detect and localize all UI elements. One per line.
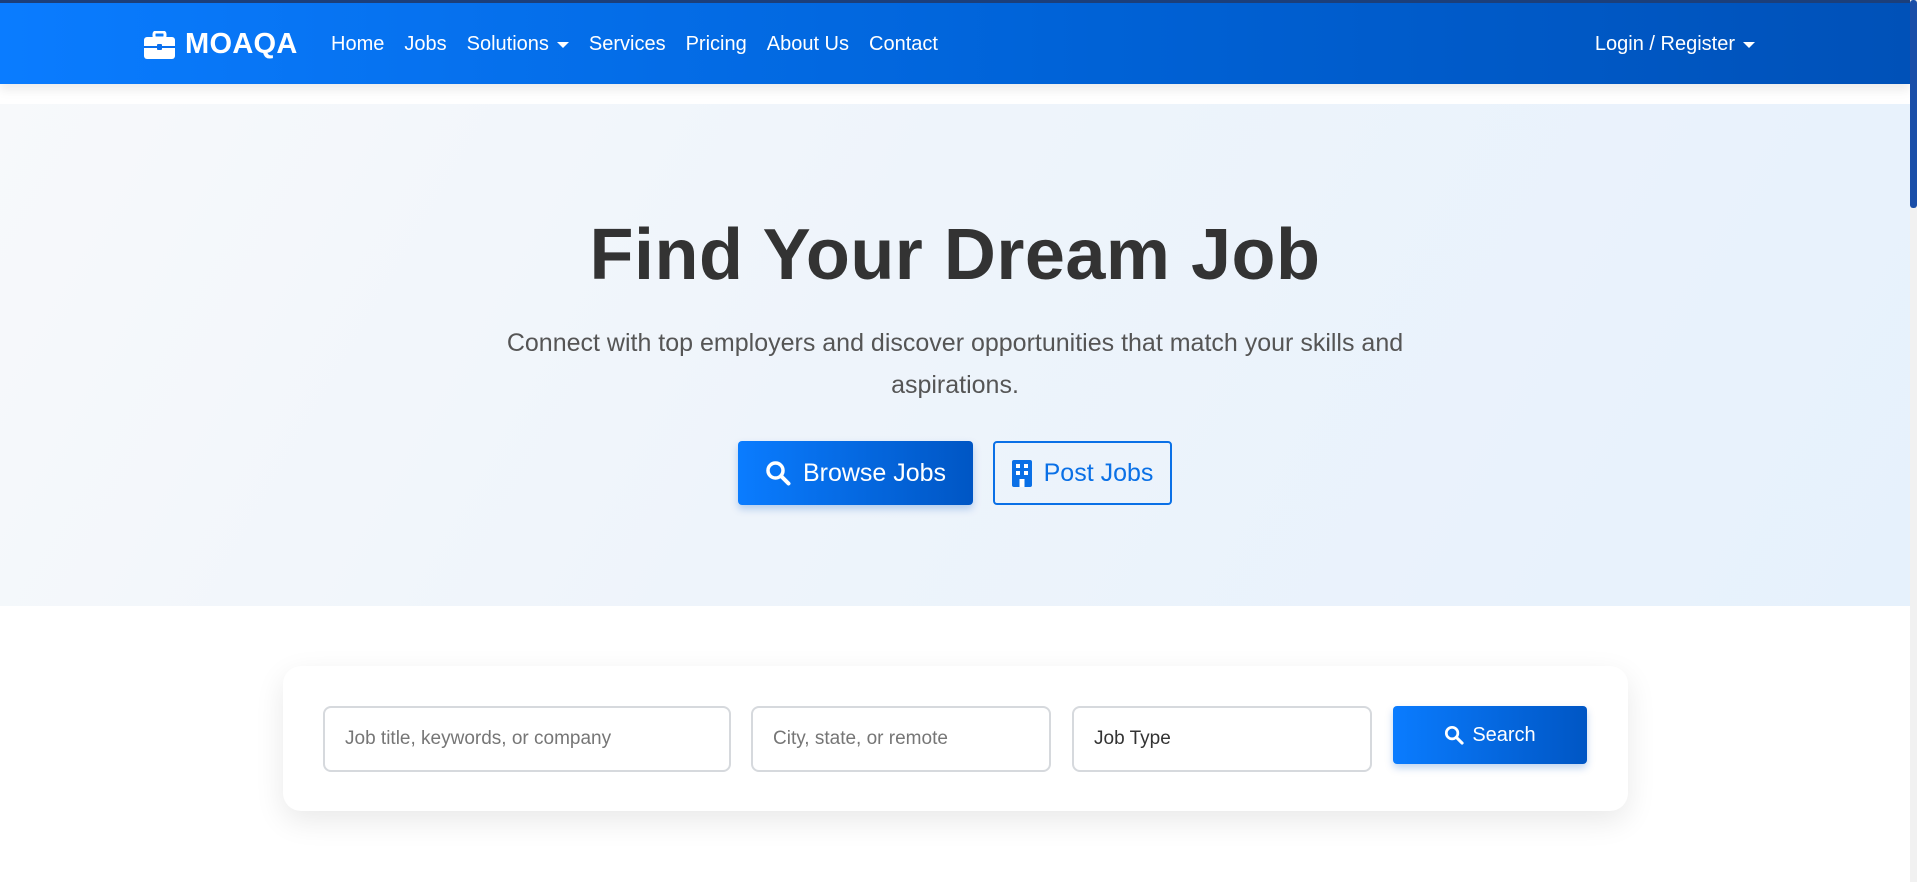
search-button-label: Search — [1472, 723, 1536, 746]
hero-section: Find Your Dream Job Connect with top emp… — [0, 104, 1910, 606]
nav-links: Home Jobs Solutions Services Pricing Abo… — [331, 33, 958, 56]
chevron-down-icon — [556, 41, 569, 48]
chevron-down-icon — [1743, 41, 1755, 48]
navbar: MOAQA Home Jobs Solutions Services Prici… — [0, 0, 1910, 84]
job-search-card: Job Type Search — [283, 666, 1628, 811]
keyword-search-input[interactable] — [323, 706, 731, 772]
nav-link-solutions-label: Solutions — [466, 33, 549, 55]
building-icon — [1011, 459, 1032, 487]
search-icon — [1444, 725, 1464, 745]
search-icon — [765, 460, 791, 486]
scrollbar[interactable] — [1910, 0, 1917, 882]
post-jobs-label: Post Jobs — [1043, 458, 1154, 487]
post-jobs-button[interactable]: Post Jobs — [993, 441, 1172, 505]
scrollbar-thumb[interactable] — [1910, 0, 1917, 208]
hero-subtitle: Connect with top employers and discover … — [506, 329, 1404, 399]
login-register-label: Login / Register — [1594, 33, 1735, 55]
page: MOAQA Home Jobs Solutions Services Prici… — [0, 0, 1917, 882]
nav-link-jobs[interactable]: Jobs — [404, 33, 446, 56]
job-type-selected-value: Job Type — [1094, 728, 1171, 749]
nav-link-solutions[interactable]: Solutions — [467, 33, 569, 56]
browse-jobs-label: Browse Jobs — [802, 458, 947, 487]
login-register-dropdown[interactable]: Login / Register — [1595, 33, 1755, 56]
brand-name: MOAQA — [185, 28, 298, 60]
hero-title: Find Your Dream Job — [589, 215, 1321, 295]
job-type-select[interactable]: Job Type — [1072, 706, 1372, 772]
briefcase-icon — [144, 30, 175, 59]
location-search-input[interactable] — [751, 706, 1051, 772]
search-button[interactable]: Search — [1393, 706, 1587, 764]
nav-link-services[interactable]: Services — [589, 33, 666, 56]
browse-jobs-button[interactable]: Browse Jobs — [738, 441, 973, 505]
brand-logo[interactable]: MOAQA — [144, 28, 298, 61]
nav-link-about-us[interactable]: About Us — [767, 33, 849, 56]
nav-link-home[interactable]: Home — [331, 33, 384, 56]
nav-link-pricing[interactable]: Pricing — [686, 33, 747, 56]
nav-link-contact[interactable]: Contact — [869, 33, 938, 56]
